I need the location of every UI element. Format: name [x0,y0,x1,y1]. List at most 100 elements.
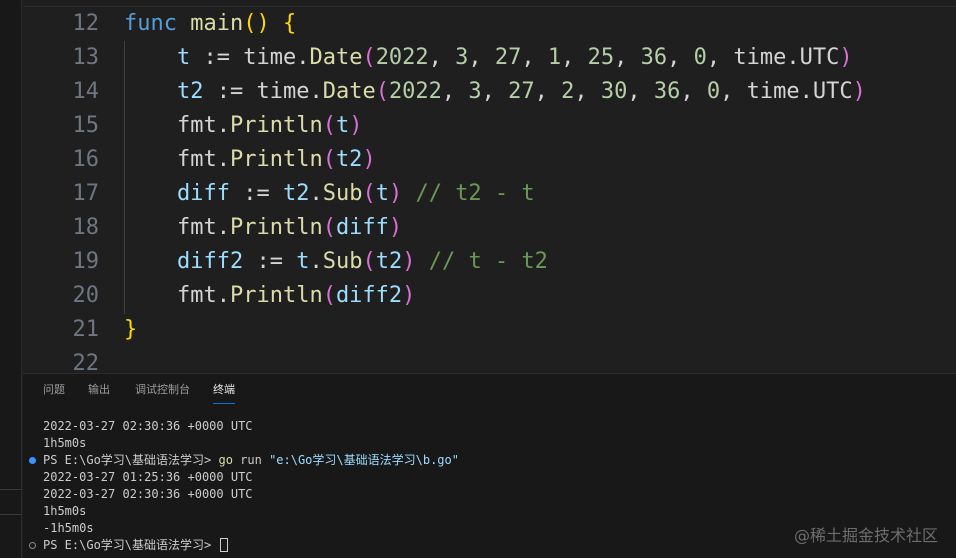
code-token: , [521,45,548,70]
code-token: t2 [375,249,403,274]
code-token: ) [349,113,363,138]
code-line[interactable]: 18 fmt.Println(diff) [23,211,956,245]
terminal-prompt-line[interactable]: PS E:\Go学习\基础语法学习> [43,537,229,554]
code-line[interactable]: 12 func main() { [23,7,956,41]
code-line[interactable]: 19 diff2 := t.Sub(t2) // t - t2 [23,245,956,279]
code-text: fmt.Println(diff) [124,211,402,245]
command-status-empty-dot-icon[interactable] [29,542,36,549]
code-token: , [680,79,707,104]
code-token: ) [402,249,416,274]
code-text: fmt.Println(diff2) [124,279,415,313]
bottom-panel: 问题 输出 调试控制台 终端 2022-03-27 02:30:36 +0000… [23,373,956,558]
tab-debug-console[interactable]: 调试控制台 [135,382,190,404]
line-number: 22 [72,351,100,373]
code-token: 1 [547,45,562,70]
code-line[interactable]: 14 t2 := time.Date(2022, 3, 27, 2, 30, 3… [23,75,956,109]
code-token: func [124,11,177,36]
code-token: := [243,249,297,274]
code-editor[interactable]: 12 func main() {13 t := time.Date(2022, 3… [23,0,956,373]
code-line[interactable]: 16 fmt.Println(t2) [23,143,956,177]
code-token: ( [322,113,336,138]
code-token: := time. [203,79,323,104]
code-token: , [481,79,509,104]
code-token: ) [388,215,403,240]
code-line[interactable]: 22 [23,347,956,373]
code-token: Println [229,113,323,138]
code-token: } [124,317,138,342]
code-token: 25 [587,45,615,70]
terminal-prompt: PS E:\Go学习\基础语法学习> [43,538,219,552]
code-token: , [428,45,456,70]
terminal-command: go [218,453,233,467]
code-token: t2 [176,79,204,104]
code-line[interactable]: 20 fmt.Println(diff2) [23,279,956,313]
code-token: ) [402,283,416,308]
code-token: 27 [508,79,535,104]
code-text: diff2 := t.Sub(t2) // t - t2 [124,245,548,279]
code-token: fmt. [124,215,230,240]
code-token: ) [852,79,866,104]
code-token: ( [375,79,389,104]
code-text: diff := t2.Sub(t) // t2 - t [124,177,535,211]
code-token: ) [362,147,376,172]
panel-tabs: 问题 输出 调试控制台 终端 [23,374,956,406]
code-line[interactable]: 17 diff := t2.Sub(t) // t2 - t [23,177,956,211]
code-token: Println [229,147,323,172]
code-token: , [534,79,562,104]
code-token: , time.UTC [720,79,853,104]
code-token: t2 [282,181,310,206]
code-token: main [190,11,244,36]
code-line[interactable]: 1 3 t := time.Date(2022, 3, 27, 1, 25, 36… [23,41,956,75]
code-token: 30 [600,79,628,104]
code-token: t [335,113,350,138]
code-token: ( [322,283,336,308]
code-token: . [309,249,323,274]
code-text: t := time.Date(2022, 3, 27, 1, 25, 36, 0… [124,41,853,75]
line-number: 17 [72,181,100,206]
code-token: 2022 [375,45,429,70]
code-token: Println [229,215,323,240]
code-token: t [296,249,310,274]
code-token: diff2 [176,249,244,274]
code-token: ( [362,45,376,70]
code-token: ( [322,147,336,172]
code-token: . [309,181,323,206]
terminal-line: 1h5m0s [43,436,87,450]
command-status-dot-icon[interactable] [29,457,36,464]
code-token: () [243,11,270,36]
line-number: 19 [72,249,100,274]
line-number: 21 [72,317,100,342]
terminal-cursor [220,538,229,552]
tab-terminal[interactable]: 终端 [213,382,235,404]
code-token: Date [322,79,376,104]
tab-output[interactable]: 输出 [88,382,110,404]
code-token: // t - t2 [428,249,548,274]
code-token: 3 [455,45,469,70]
code-line[interactable]: 15 fmt.Println(t) [23,109,956,143]
code-token: , [627,79,654,104]
code-token: { [282,11,297,36]
code-line[interactable]: 21} [23,313,956,347]
code-token: 0 [693,45,707,70]
line-number: 15 [72,113,100,138]
code-token: 0 [706,79,721,104]
code-token: 2 [561,79,575,104]
tab-problems[interactable]: 问题 [43,382,65,404]
code-token: diff [335,215,389,240]
code-token: , [614,45,641,70]
terminal-command-path: "e:\Go学习\基础语法学习\b.go" [269,453,459,467]
code-text: fmt.Println(t2) [124,143,376,177]
code-token: t2 [335,147,363,172]
watermark: @稀土掘金技术社区 [793,526,938,545]
terminal-prompt: PS E:\Go学习\基础语法学习> [43,453,219,467]
code-token: 36 [653,79,681,104]
terminal-line: 2022-03-27 02:30:36 +0000 UTC [43,487,253,501]
code-token: 36 [640,45,668,70]
code-token: Date [309,45,363,70]
terminal-command-line: PS E:\Go学习\基础语法学习> go run "e:\Go学习\基础语法学… [43,452,459,469]
code-text: func main() { [124,7,296,41]
terminal-line: 2022-03-27 01:25:36 +0000 UTC [43,470,253,484]
